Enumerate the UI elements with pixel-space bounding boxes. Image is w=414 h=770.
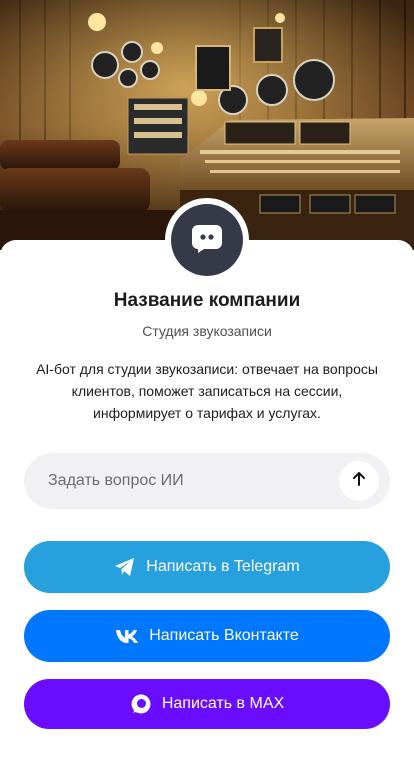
telegram-button-label: Написать в Telegram <box>146 558 300 575</box>
max-icon <box>130 693 152 715</box>
vk-button[interactable]: Написать Вконтакте <box>24 610 390 662</box>
ask-ai-box <box>24 453 390 509</box>
chat-bubble-icon <box>190 221 224 260</box>
company-subtitle: Студия звукозаписи <box>142 323 272 339</box>
vk-icon <box>115 628 139 644</box>
max-button-label: Написать в MAX <box>161 695 285 712</box>
company-avatar <box>165 198 249 282</box>
vk-button-label: Написать Вконтакте <box>149 627 299 644</box>
telegram-icon <box>114 557 136 577</box>
arrow-up-icon <box>350 470 368 493</box>
company-description: AI-бот для студии звукозаписи: отвечает … <box>36 361 378 421</box>
max-button[interactable]: Написать в MAX <box>24 679 390 729</box>
send-button[interactable] <box>339 461 379 501</box>
ask-ai-input[interactable] <box>48 453 348 509</box>
company-name: Название компании <box>113 290 301 311</box>
telegram-button[interactable]: Написать в Telegram <box>24 541 390 593</box>
